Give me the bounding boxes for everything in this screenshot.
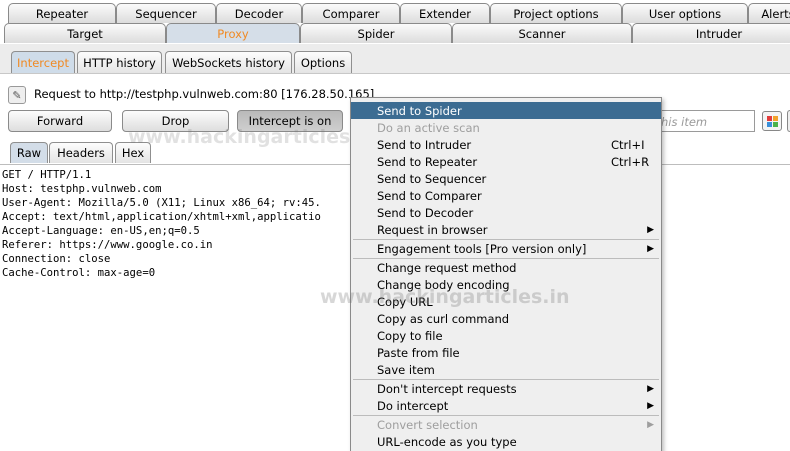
menu-send-to-repeater[interactable]: Send to Repeater Ctrl+R: [351, 153, 661, 170]
tab-user-options[interactable]: User options: [622, 3, 748, 23]
menu-send-to-comparer[interactable]: Send to Comparer: [351, 187, 661, 204]
menu-save-item[interactable]: Save item: [351, 361, 661, 378]
intercept-toggle-button[interactable]: Intercept is on: [237, 110, 343, 132]
tab-decoder[interactable]: Decoder: [216, 3, 302, 23]
request-line-text: User-Agent: Mozilla/5.0 (X11; Linux x86_…: [2, 197, 321, 209]
shortcut-label: Ctrl+R: [611, 154, 650, 169]
request-line-text: Connection: close: [2, 253, 111, 265]
submenu-arrow-icon: ▶: [647, 383, 654, 394]
tab-http-history[interactable]: HTTP history: [77, 51, 162, 73]
context-menu: Send to Spider Do an active scan Send to…: [350, 97, 662, 451]
tab-scanner[interactable]: Scanner: [452, 23, 632, 43]
tab-raw[interactable]: Raw: [10, 142, 48, 163]
tab-project-options[interactable]: Project options: [490, 3, 622, 23]
forward-button[interactable]: Forward: [8, 110, 112, 132]
menu-send-to-spider[interactable]: Send to Spider: [351, 102, 661, 119]
menu-send-to-sequencer[interactable]: Send to Sequencer: [351, 170, 661, 187]
menu-copy-as-curl[interactable]: Copy as curl command: [351, 310, 661, 327]
request-line-text: GET / HTTP/1.1: [2, 169, 92, 181]
top-tabs-row-1: Repeater Sequencer Decoder Comparer Exte…: [0, 3, 790, 23]
request-line-text: Referer: https://www.google.co.in: [2, 239, 213, 251]
top-tabs-row-2: Target Proxy Spider Scanner Intruder: [0, 23, 790, 43]
menu-do-intercept[interactable]: Do intercept ▶: [351, 397, 661, 414]
menu-request-in-browser[interactable]: Request in browser ▶: [351, 221, 661, 238]
request-line-text: Cache-Control: max-age=0: [2, 267, 156, 279]
edit-pencil-icon[interactable]: ✎: [8, 86, 26, 104]
menu-do-active-scan: Do an active scan: [377, 120, 480, 135]
submenu-arrow-icon: ▶: [647, 400, 654, 411]
request-line-text: Accept: text/html,application/xhtml+xml,…: [2, 211, 321, 223]
tab-spider[interactable]: Spider: [300, 23, 452, 43]
tab-proxy[interactable]: Proxy: [166, 23, 300, 43]
menu-url-encode-as-you-type[interactable]: URL-encode as you type: [351, 433, 661, 450]
tab-websockets-history[interactable]: WebSockets history: [165, 51, 292, 73]
request-line-text: Host: testphp.vulnweb.com: [2, 183, 162, 195]
request-line-text: Accept-Language: en-US,en;q=0.5: [2, 225, 200, 237]
menu-copy-to-file[interactable]: Copy to file: [351, 327, 661, 344]
color-picker-icon[interactable]: [762, 111, 782, 131]
menu-engagement-tools[interactable]: Engagement tools [Pro version only] ▶: [351, 240, 661, 257]
shortcut-label: Ctrl+I: [611, 137, 645, 152]
tab-repeater[interactable]: Repeater: [8, 3, 116, 23]
tab-hex[interactable]: Hex: [115, 142, 151, 163]
tab-intruder[interactable]: Intruder: [632, 23, 790, 43]
tab-alerts[interactable]: Alerts: [748, 3, 790, 23]
menu-send-to-decoder[interactable]: Send to Decoder: [351, 204, 661, 221]
tab-sequencer[interactable]: Sequencer: [116, 3, 216, 23]
menu-convert-selection: Convert selection ▶: [377, 417, 654, 432]
tab-headers[interactable]: Headers: [49, 142, 113, 163]
tab-options[interactable]: Options: [294, 51, 352, 73]
menu-change-request-method[interactable]: Change request method: [351, 259, 661, 276]
tab-target[interactable]: Target: [4, 23, 166, 43]
menu-paste-from-file[interactable]: Paste from file: [351, 344, 661, 361]
submenu-arrow-icon: ▶: [647, 419, 654, 430]
drop-button[interactable]: Drop: [122, 110, 229, 132]
tab-extender[interactable]: Extender: [400, 3, 490, 23]
tab-intercept[interactable]: Intercept: [11, 51, 75, 73]
request-line: Request to http://testphp.vulnweb.com:80…: [34, 87, 375, 101]
menu-send-to-intruder[interactable]: Send to Intruder Ctrl+I: [351, 136, 661, 153]
proxy-subtab-bar: Intercept HTTP history WebSockets histor…: [0, 44, 790, 74]
tab-comparer[interactable]: Comparer: [302, 3, 400, 23]
menu-change-body-encoding[interactable]: Change body encoding: [351, 276, 661, 293]
submenu-arrow-icon: ▶: [647, 224, 654, 235]
submenu-arrow-icon: ▶: [647, 243, 654, 254]
menu-dont-intercept[interactable]: Don't intercept requests ▶: [351, 380, 661, 397]
menu-copy-url[interactable]: Copy URL: [351, 293, 661, 310]
